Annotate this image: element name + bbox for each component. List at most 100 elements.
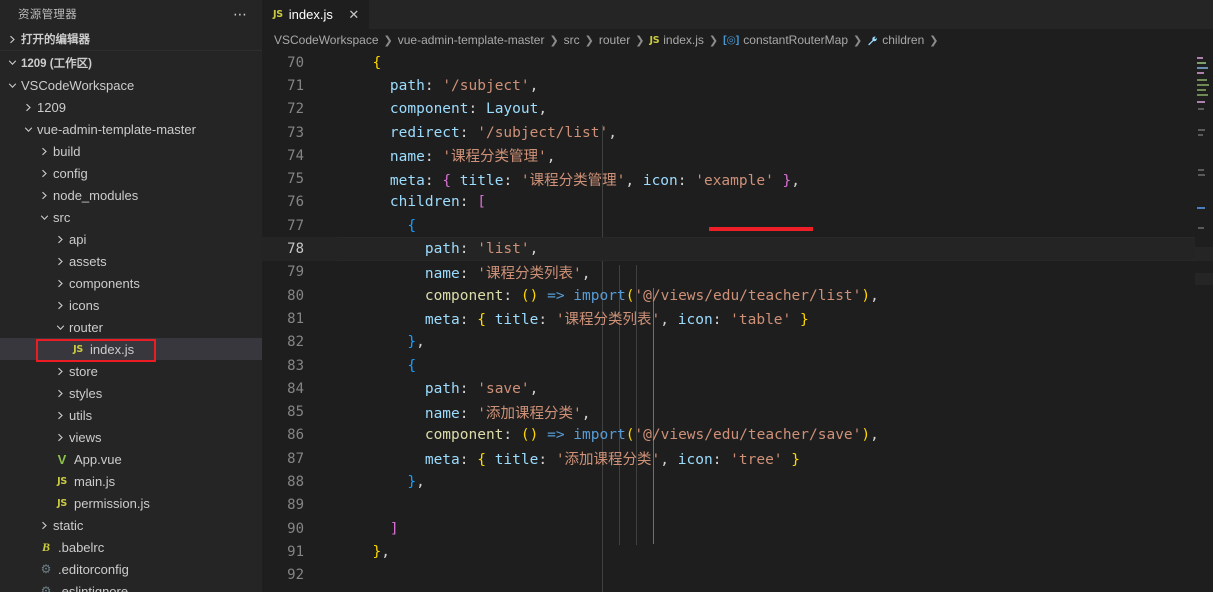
code-token: ,	[608, 124, 617, 141]
close-icon[interactable]: ✕	[347, 8, 361, 21]
code-line-74[interactable]: 74 name: '课程分类管理',	[262, 144, 1213, 167]
tree-item-permission-js[interactable]: JS permission.js	[0, 492, 262, 514]
code-token: 'table'	[730, 312, 792, 329]
tab-label: index.js	[288, 7, 333, 22]
tree-item-static[interactable]: static	[0, 514, 262, 536]
tree-item-1209[interactable]: 1209	[0, 96, 262, 118]
tree-item-vscodeworkspace[interactable]: VSCodeWorkspace	[0, 74, 262, 96]
code-line-75[interactable]: 75 meta: { title: '课程分类管理', icon: 'examp…	[262, 167, 1213, 190]
tree-item-api[interactable]: api	[0, 228, 262, 250]
code-line-92[interactable]: 92	[262, 564, 1213, 587]
code-token: icon	[677, 312, 713, 329]
code-token: icon	[642, 172, 678, 189]
line-number: 89	[287, 497, 304, 514]
breadcrumb-item[interactable]: JS index.js	[649, 33, 703, 47]
code-line-85[interactable]: 85 name: '添加课程分类',	[262, 400, 1213, 423]
code-token: redirect	[389, 124, 460, 141]
tree-item-label: store	[69, 363, 98, 379]
breadcrumb-item[interactable]: VSCodeWorkspace	[274, 33, 379, 47]
tree-item-router[interactable]: router	[0, 316, 262, 338]
breadcrumb-label: children	[882, 33, 925, 47]
code-token: }	[782, 172, 792, 189]
tree-item-store[interactable]: store	[0, 360, 262, 382]
code-token: 'tree'	[730, 452, 783, 469]
code-line-77[interactable]: 77 {	[262, 214, 1213, 237]
chevron-right-icon	[36, 521, 53, 530]
code-token: '/subject'	[442, 77, 530, 94]
section-open-editors[interactable]: 打开的编辑器	[0, 28, 262, 51]
tree-item-assets[interactable]: assets	[0, 250, 262, 272]
code-token: path	[389, 77, 425, 94]
code-token: {	[407, 357, 417, 374]
tree-item-main-js[interactable]: JS main.js	[0, 470, 262, 492]
tree-item-index-js[interactable]: JS index.js	[0, 338, 262, 360]
code-line-91[interactable]: 91 },	[262, 540, 1213, 563]
tree-item-icons[interactable]: icons	[0, 294, 262, 316]
tree-item-app-vue[interactable]: V App.vue	[0, 448, 262, 470]
line-number: 79	[287, 264, 304, 281]
tree-item--babelrc[interactable]: B .babelrc	[0, 536, 262, 558]
code-line-79[interactable]: 79 name: '课程分类列表',	[262, 261, 1213, 284]
code-editor[interactable]: 70 {71 path: '/subject', 72 component: La…	[262, 51, 1213, 592]
code-token: meta	[389, 172, 425, 189]
code-line-72[interactable]: 72 component: Layout,	[262, 98, 1213, 121]
code-line-90[interactable]: 90 ]	[262, 517, 1213, 540]
code-line-71[interactable]: 71 path: '/subject',	[262, 74, 1213, 97]
minimap[interactable]	[1195, 51, 1213, 592]
code-line-78[interactable]: 78 path: 'list',	[262, 237, 1213, 261]
code-line-87[interactable]: 87 meta: { title: '添加课程分类', icon: 'tree'…	[262, 447, 1213, 470]
tree-item-node-modules[interactable]: node_modules	[0, 184, 262, 206]
code-line-80[interactable]: 80 component: () => import('@/views/edu/…	[262, 284, 1213, 307]
breadcrumb-item[interactable]: vue-admin-template-master	[398, 33, 545, 47]
tree-item--editorconfig[interactable]: ⚙ .editorconfig	[0, 558, 262, 580]
code-token: ,	[870, 287, 879, 304]
code-token: component	[389, 101, 469, 118]
tree-item-components[interactable]: components	[0, 272, 262, 294]
section-workspace[interactable]: 1209 (工作区)	[0, 51, 262, 74]
breadcrumb-item[interactable]: router	[599, 33, 630, 47]
breadcrumb-item[interactable]: children	[867, 33, 924, 47]
tab-index-js[interactable]: JS index.js ✕	[262, 0, 370, 29]
code-line-89[interactable]: 89	[262, 494, 1213, 517]
code-line-82[interactable]: 82 },	[262, 331, 1213, 354]
tree-item-config[interactable]: config	[0, 162, 262, 184]
vue-file-icon: V	[57, 451, 67, 467]
explorer-title: 资源管理器	[18, 9, 77, 21]
more-actions-icon[interactable]: ⋯	[233, 7, 248, 21]
code-line-84[interactable]: 84 path: 'save',	[262, 377, 1213, 400]
code-line-88[interactable]: 88 },	[262, 470, 1213, 493]
code-line-76[interactable]: 76 children: [	[262, 191, 1213, 214]
code-token: )	[861, 287, 871, 304]
line-content: component: Layout,	[330, 101, 1213, 117]
tree-item-utils[interactable]: utils	[0, 404, 262, 426]
variable-symbol-icon: [◎]	[723, 34, 740, 46]
tree-item-build[interactable]: build	[0, 140, 262, 162]
code-line-73[interactable]: 73 redirect: '/subject/list',	[262, 121, 1213, 144]
tree-item-label: styles	[69, 385, 103, 401]
code-line-70[interactable]: 70 {	[262, 51, 1213, 74]
tree-item--eslintignore[interactable]: ⚙ .eslintignore	[0, 580, 262, 592]
tree-item-label: src	[53, 209, 71, 225]
breadcrumb-item[interactable]: [◎] constantRouterMap	[723, 33, 848, 47]
code-line-86[interactable]: 86 component: () => import('@/views/edu/…	[262, 424, 1213, 447]
tree-item-styles[interactable]: styles	[0, 382, 262, 404]
tree-item-src[interactable]: src	[0, 206, 262, 228]
code-token: :	[712, 452, 731, 469]
code-token: ,	[870, 427, 879, 444]
code-line-83[interactable]: 83 {	[262, 354, 1213, 377]
tree-item-vue-admin-template-master[interactable]: vue-admin-template-master	[0, 118, 262, 140]
line-number: 70	[287, 54, 304, 71]
code-token: }	[407, 473, 417, 490]
breadcrumb-separator: ❯	[383, 34, 393, 47]
code-line-81[interactable]: 81 meta: { title: '课程分类列表', icon: 'table…	[262, 307, 1213, 330]
tree-item-views[interactable]: views	[0, 426, 262, 448]
breadcrumb-item[interactable]: src	[564, 33, 580, 47]
